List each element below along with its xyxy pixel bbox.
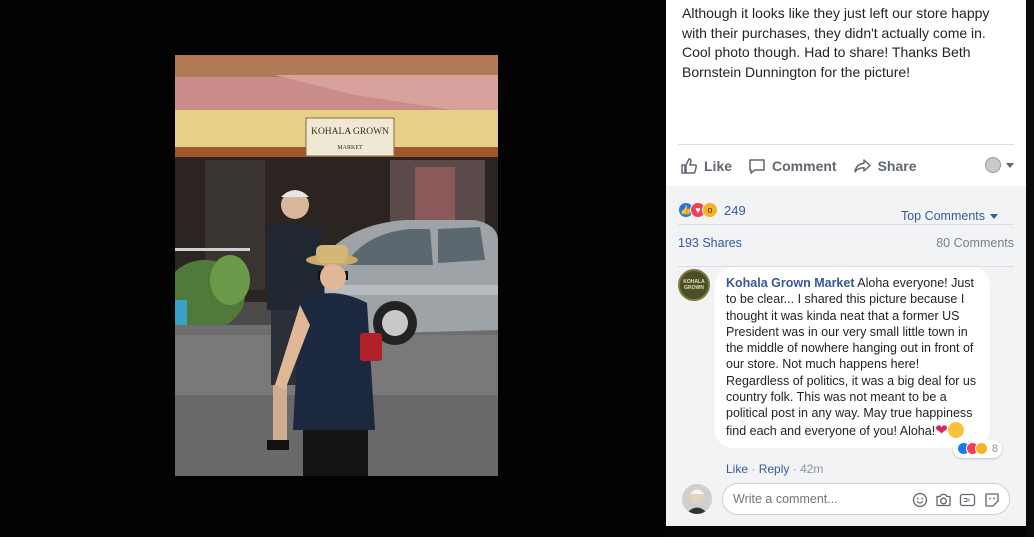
comment-item: KOHALA GROWN Kohala Grown Market Aloha e… bbox=[678, 266, 1014, 476]
like-label: Like bbox=[704, 157, 733, 174]
comment-reaction-count: 8 bbox=[991, 442, 998, 455]
photo-viewer: KOHALA GROWN MARKET bbox=[0, 0, 666, 537]
reaction-count[interactable]: 249 bbox=[724, 203, 746, 218]
wow-icon: o bbox=[702, 202, 718, 218]
comment-sort-dropdown[interactable]: Top Comments bbox=[901, 209, 998, 223]
comment-reactions[interactable]: 8 bbox=[952, 439, 1002, 458]
post-as-selector[interactable] bbox=[985, 157, 1014, 173]
comments-section: 👍 ♥ o 249 Top Comments 193 Shares 80 Com… bbox=[666, 186, 1026, 526]
comment-bubble: Kohala Grown Market Aloha everyone! Just… bbox=[715, 267, 1002, 458]
reactions-summary[interactable]: 👍 ♥ o 249 Top Comments bbox=[678, 196, 1014, 224]
screen: KOHALA GROWN MARKET Although it looks li… bbox=[0, 0, 1034, 537]
avatar bbox=[985, 157, 1001, 173]
photo-illustration: KOHALA GROWN MARKET bbox=[175, 55, 498, 476]
composer-toolbar bbox=[911, 491, 1000, 508]
emoji-icon[interactable] bbox=[911, 491, 928, 508]
post-text: Although it looks like they just left ou… bbox=[682, 5, 990, 80]
avatar[interactable]: KOHALA GROWN bbox=[678, 269, 710, 301]
thumbs-up-icon bbox=[681, 157, 697, 174]
comment-composer bbox=[678, 480, 1014, 520]
post-sidebar: Although it looks like they just left ou… bbox=[666, 0, 1026, 526]
post-photo[interactable]: KOHALA GROWN MARKET bbox=[175, 55, 498, 476]
separator: · bbox=[792, 462, 801, 476]
post-stats: 193 Shares 80 Comments bbox=[678, 224, 1014, 260]
avatar-label: KOHALA GROWN bbox=[683, 279, 705, 291]
comment-button[interactable]: Comment bbox=[748, 157, 837, 175]
avatar bbox=[682, 484, 712, 514]
share-button[interactable]: Share bbox=[853, 157, 917, 175]
user-photo-icon bbox=[682, 484, 712, 514]
gif-icon[interactable] bbox=[959, 491, 976, 508]
store-sign-line2: MARKET bbox=[337, 145, 363, 151]
post-action-bar: Like Comment Share bbox=[678, 144, 1014, 186]
comment-reply-link[interactable]: Reply bbox=[759, 462, 790, 476]
share-label: Share bbox=[877, 157, 917, 174]
comment-timestamp[interactable]: 42m bbox=[800, 462, 823, 476]
comment-actions: Like · Reply · 42m bbox=[726, 462, 823, 476]
share-icon bbox=[853, 158, 871, 173]
shares-count[interactable]: 193 Shares bbox=[678, 236, 742, 250]
sticker-icon[interactable] bbox=[983, 491, 1000, 508]
comment-text: Aloha everyone! Just to be clear... I sh… bbox=[726, 276, 977, 438]
panel-edge bbox=[1026, 0, 1034, 537]
comment-icon bbox=[749, 158, 765, 174]
comment-label: Comment bbox=[772, 157, 837, 174]
comment-like-link[interactable]: Like bbox=[726, 462, 748, 476]
comment-sort-label: Top Comments bbox=[900, 209, 985, 223]
heart-icon: ❤ bbox=[935, 421, 948, 439]
like-button[interactable]: Like bbox=[680, 157, 732, 175]
chevron-down-icon bbox=[1006, 162, 1014, 168]
haha-icon bbox=[974, 442, 988, 456]
separator: · bbox=[751, 462, 759, 476]
camera-icon[interactable] bbox=[935, 491, 952, 508]
smile-emoji-icon bbox=[947, 421, 964, 438]
store-sign-line1: KOHALA GROWN bbox=[311, 127, 389, 137]
comment-author[interactable]: Kohala Grown Market bbox=[726, 276, 855, 290]
chevron-down-icon bbox=[990, 213, 998, 219]
comments-count[interactable]: 80 Comments bbox=[936, 236, 1014, 250]
